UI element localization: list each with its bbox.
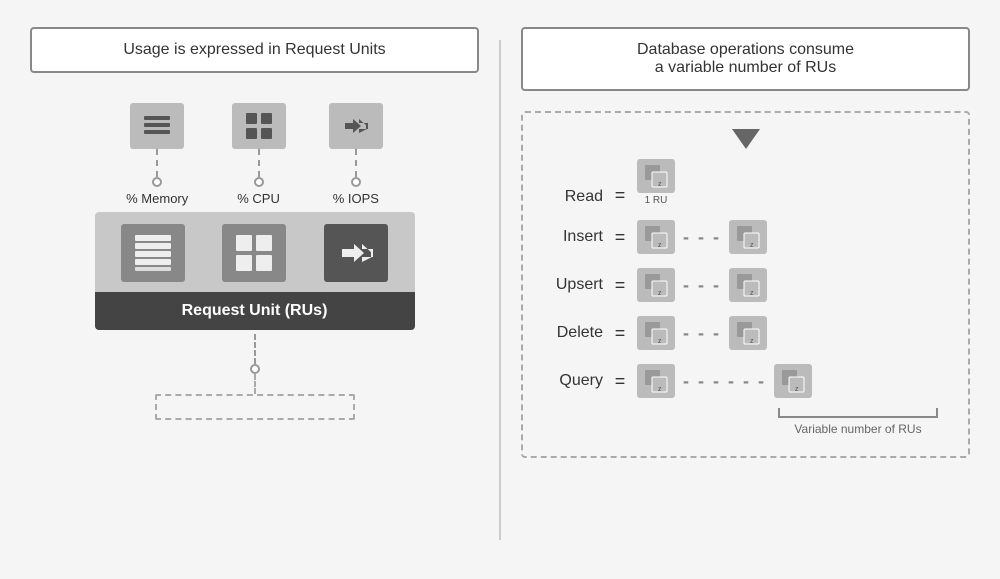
right-dashed-box: Read = z 1 RU bbox=[521, 111, 970, 458]
upsert-dashes: - - - bbox=[683, 275, 721, 296]
memory-icon bbox=[130, 103, 184, 149]
ru-server-icon bbox=[121, 224, 185, 282]
variable-bracket bbox=[778, 408, 938, 418]
arrow-down-icon bbox=[732, 129, 760, 149]
right-title-line1: Database operations consume bbox=[543, 41, 948, 59]
op-label-delete: Delete bbox=[543, 324, 603, 342]
query-dashes: - - - - - - bbox=[683, 371, 766, 392]
variable-label: Variable number of RUs bbox=[778, 422, 938, 436]
op-row-query: Query = z - - - - - - bbox=[543, 364, 948, 398]
read-ru-icon: z bbox=[637, 159, 675, 193]
svg-text:z: z bbox=[658, 181, 662, 188]
right-diagram: Read = z 1 RU bbox=[521, 111, 970, 458]
insert-dashes: - - - bbox=[683, 227, 721, 248]
memory-icon-col: % Memory bbox=[126, 103, 188, 206]
svg-text:z: z bbox=[658, 386, 662, 393]
insert-ru-icon-1: z bbox=[637, 220, 675, 254]
upsert-ru-icon-2: z bbox=[729, 268, 767, 302]
op-label-insert: Insert bbox=[543, 228, 603, 246]
op-label-query: Query bbox=[543, 372, 603, 390]
read-ru-label: 1 RU bbox=[645, 195, 668, 206]
query-ru-icon-1: z bbox=[637, 364, 675, 398]
op-equals-query: = bbox=[611, 371, 629, 392]
variable-label-section: Variable number of RUs bbox=[543, 408, 948, 436]
iops-icon bbox=[329, 103, 383, 149]
ru-outer-box: Request Unit (RUs) bbox=[95, 212, 415, 330]
svg-text:z: z bbox=[658, 290, 662, 297]
op-equals-upsert: = bbox=[611, 275, 629, 296]
panel-divider bbox=[499, 40, 501, 540]
svg-text:z: z bbox=[750, 242, 754, 249]
op-row-upsert: Upsert = z - - - z bbox=[543, 268, 948, 302]
memory-label: % Memory bbox=[126, 191, 188, 206]
insert-ru-icon-2: z bbox=[729, 220, 767, 254]
upsert-ru-icon-1: z bbox=[637, 268, 675, 302]
left-panel: Usage is expressed in Request Units bbox=[30, 27, 479, 552]
op-row-insert: Insert = z - - - z bbox=[543, 220, 948, 254]
svg-text:z: z bbox=[658, 338, 662, 345]
left-title-text: Usage is expressed in Request Units bbox=[123, 41, 385, 58]
op-label-read: Read bbox=[543, 188, 603, 206]
right-panel: Database operations consume a variable n… bbox=[521, 27, 970, 552]
op-equals-read: = bbox=[611, 185, 629, 206]
right-title-box: Database operations consume a variable n… bbox=[521, 27, 970, 91]
iops-label: % IOPS bbox=[333, 191, 379, 206]
svg-text:z: z bbox=[658, 242, 662, 249]
op-equals-insert: = bbox=[611, 227, 629, 248]
delete-ru-icon-2: z bbox=[729, 316, 767, 350]
svg-text:z: z bbox=[750, 290, 754, 297]
ru-inner-icons bbox=[107, 224, 403, 292]
query-ru-icon-2: z bbox=[774, 364, 812, 398]
iops-icon-col: % IOPS bbox=[329, 103, 383, 206]
svg-text:z: z bbox=[750, 338, 754, 345]
cpu-icon bbox=[232, 103, 286, 149]
svg-text:z: z bbox=[795, 386, 799, 393]
left-diagram: % Memory % CPU bbox=[95, 103, 415, 420]
cpu-icon-col: % CPU bbox=[232, 103, 286, 206]
op-row-read: Read = z 1 RU bbox=[543, 159, 948, 206]
ru-arrow-icon bbox=[324, 224, 388, 282]
delete-dashes: - - - bbox=[683, 323, 721, 344]
right-title-line2: a variable number of RUs bbox=[543, 59, 948, 77]
ru-grid-icon bbox=[222, 224, 286, 282]
ru-label: Request Unit (RUs) bbox=[95, 292, 415, 330]
arrow-down-container bbox=[543, 129, 948, 149]
cpu-label: % CPU bbox=[237, 191, 280, 206]
op-label-upsert: Upsert bbox=[543, 276, 603, 294]
op-equals-delete: = bbox=[611, 323, 629, 344]
delete-ru-icon-1: z bbox=[637, 316, 675, 350]
op-row-delete: Delete = z - - - z bbox=[543, 316, 948, 350]
left-title-box: Usage is expressed in Request Units bbox=[30, 27, 479, 73]
read-ru-group: z 1 RU bbox=[637, 159, 675, 206]
